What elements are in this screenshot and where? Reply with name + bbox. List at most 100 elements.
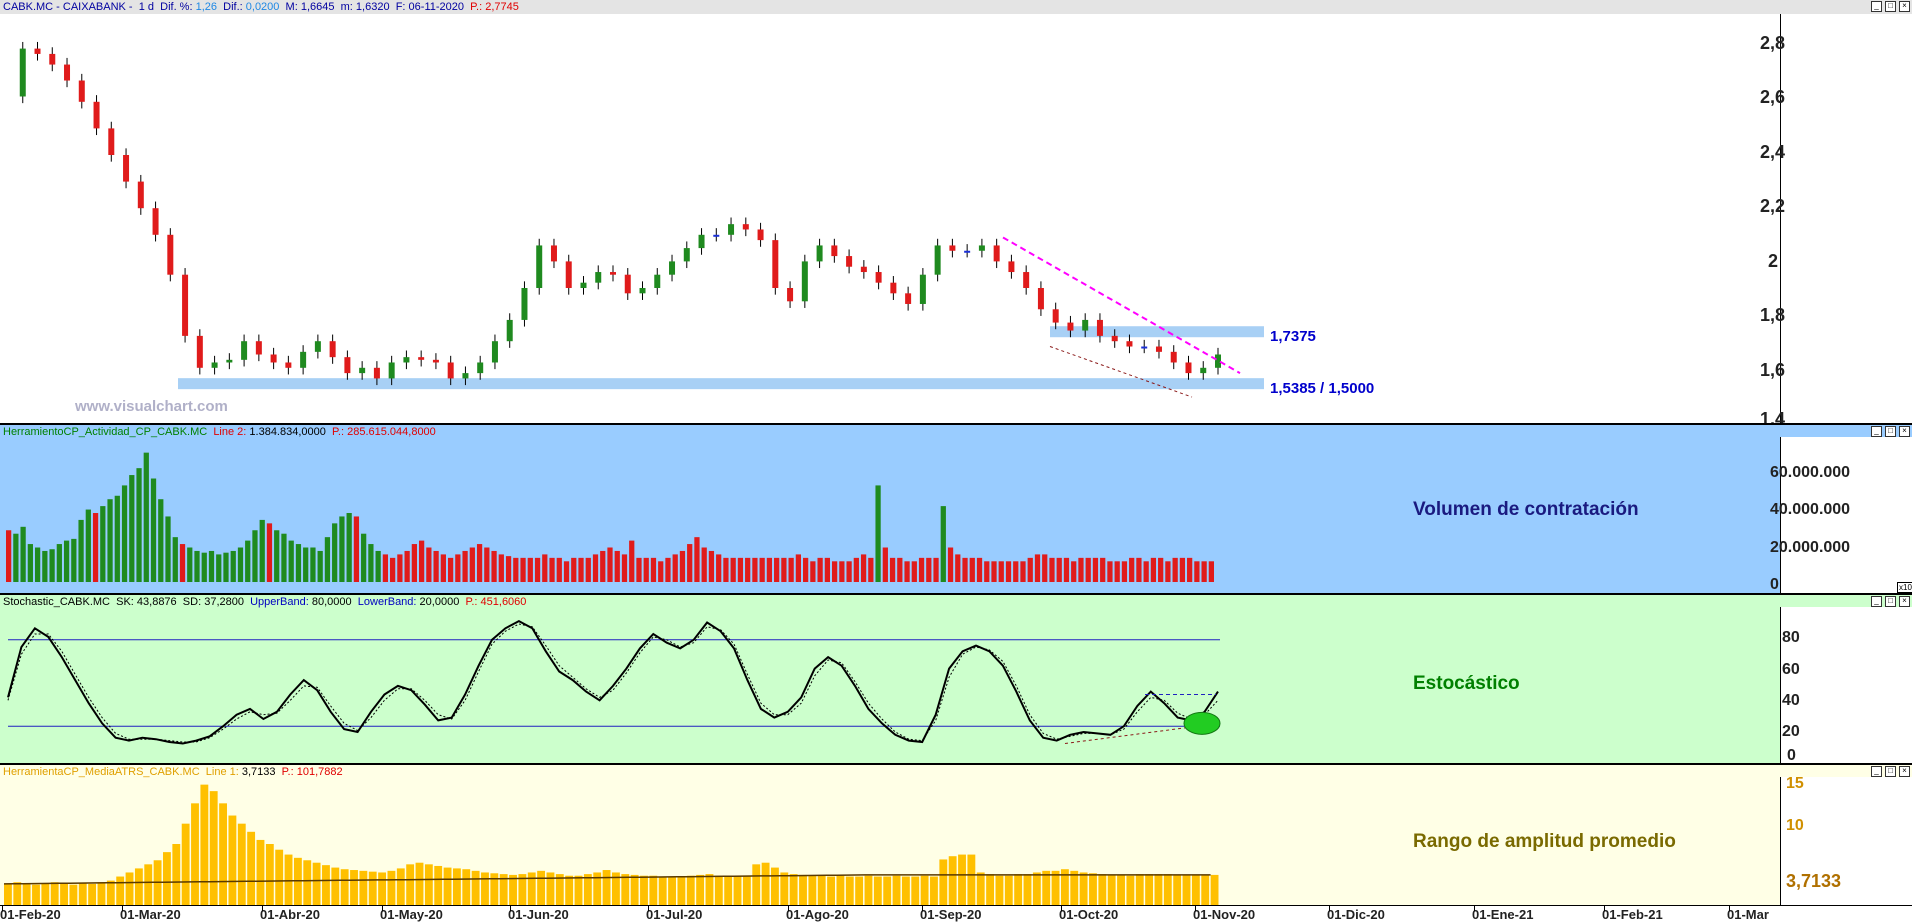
candle-body [698, 234, 705, 249]
volume-bar [223, 552, 229, 582]
atr-bar [733, 876, 742, 905]
atr-bar [219, 803, 227, 905]
price-tick: 2,2 [1760, 196, 1786, 216]
close-icon[interactable]: × [1899, 1, 1910, 12]
atr-bar [1210, 874, 1219, 905]
volume-bar [100, 506, 106, 582]
candle-body [359, 367, 366, 374]
maximize-icon[interactable]: □ [1885, 766, 1896, 777]
volume-bar [1129, 557, 1135, 582]
volume-bar [795, 554, 802, 582]
atr-bar [163, 852, 171, 905]
atr-bar [106, 880, 115, 905]
price-panel[interactable]: CABK.MC - CAIXABANK - 1 d Dif. %: 1,26 D… [0, 0, 1912, 423]
candle-body [683, 248, 690, 262]
atr-bar [228, 815, 237, 905]
volume-bar [375, 550, 381, 582]
atr-bar [406, 864, 415, 905]
atr-last-value: 3,7133 [1786, 871, 1842, 891]
candle-body [1155, 346, 1162, 352]
candle-body [506, 319, 513, 342]
atr-bar [209, 791, 218, 905]
x-axis-label: 01-Mar [1727, 907, 1769, 922]
minimize-icon[interactable]: _ [1871, 1, 1882, 12]
lower-trend-line [1049, 346, 1193, 398]
volume-bar [476, 544, 483, 582]
volume-bar [1042, 554, 1048, 582]
volume-bar [607, 547, 613, 582]
close-icon[interactable]: × [1899, 596, 1910, 607]
volume-bar [600, 550, 606, 582]
candle-body [565, 261, 572, 288]
candle-body [890, 282, 897, 294]
atr-bar [1191, 874, 1200, 905]
candle-body [152, 208, 159, 235]
maximize-icon[interactable]: □ [1885, 1, 1896, 12]
x-axis-label: 01-Ago-20 [786, 907, 849, 922]
volume-bar [1092, 557, 1099, 582]
volume-bar [984, 561, 990, 582]
atr-bar [172, 844, 181, 905]
price-chart[interactable] [0, 0, 1912, 423]
volume-bar [194, 550, 200, 582]
volume-bar [418, 540, 425, 582]
candle-body [624, 274, 631, 294]
maximize-icon[interactable]: □ [1885, 596, 1896, 607]
candle-body [78, 80, 85, 102]
atr-bar [817, 875, 826, 905]
candle-body [536, 245, 543, 288]
stochastic-panel[interactable]: Stochastic_CABK.MC SK: 43,8876 SD: 37,28… [0, 595, 1912, 763]
volume-bar [20, 526, 26, 582]
candle-body [949, 245, 956, 251]
volume-bar [78, 519, 84, 582]
volume-bar [723, 557, 729, 582]
volume-bar [708, 550, 715, 582]
minimize-icon[interactable]: _ [1871, 426, 1882, 437]
close-icon[interactable]: × [1899, 426, 1910, 437]
price-window-buttons[interactable]: _ □ × [1871, 1, 1910, 12]
candle-body [64, 64, 71, 81]
volume-bar [1172, 557, 1178, 582]
atr-bar [1014, 874, 1023, 905]
x-axis-tick [648, 906, 649, 911]
candle-body [550, 245, 557, 262]
atr-window-buttons[interactable]: _ □ × [1871, 766, 1910, 777]
candle-body [728, 224, 735, 235]
volume-bar [303, 547, 309, 582]
atr-tick: 10 [1786, 817, 1804, 834]
atr-bar [22, 883, 31, 905]
atr-bar [827, 876, 835, 905]
volume-panel[interactable]: HerramientoCP_Actividad_CP_CABK.MC Line … [0, 425, 1912, 593]
minimize-icon[interactable]: _ [1871, 596, 1882, 607]
x-axis-tick [2, 906, 3, 911]
volume-bar [672, 554, 678, 582]
volume-bar [85, 509, 91, 582]
x-axis[interactable]: 2021 01-Feb-2001-Mar-2001-Abr-2001-May-2… [0, 905, 1912, 923]
volume-bar [962, 557, 968, 582]
atr-bar [78, 883, 87, 905]
price-tick: 2 [1768, 251, 1779, 271]
stochastic-window-buttons[interactable]: _ □ × [1871, 596, 1910, 607]
atr-bar [1182, 874, 1191, 905]
atr-bar [60, 883, 68, 905]
volume-bar [491, 550, 497, 582]
minimize-icon[interactable]: _ [1871, 766, 1882, 777]
atr-panel[interactable]: HerramientaCP_MediaATRS_CABK.MC Line 1: … [0, 765, 1912, 905]
volume-bar [237, 547, 244, 582]
stochastic-chart[interactable] [0, 595, 1912, 763]
volume-bar [158, 499, 164, 582]
candle-body [314, 341, 321, 352]
candle-body [285, 362, 292, 368]
volume-bar [911, 561, 917, 582]
atr-bar [527, 872, 536, 905]
stochastic-title: Estocástico [1413, 673, 1520, 694]
maximize-icon[interactable]: □ [1885, 426, 1896, 437]
volume-window-buttons[interactable]: _ □ × [1871, 426, 1910, 437]
candle-body [1067, 322, 1074, 331]
atr-bar [387, 870, 396, 905]
volume-bar [13, 533, 19, 582]
candle-body [1200, 367, 1207, 374]
x-axis-label: 01-Nov-20 [1193, 907, 1256, 922]
close-icon[interactable]: × [1899, 766, 1910, 777]
volume-bar [368, 544, 374, 582]
